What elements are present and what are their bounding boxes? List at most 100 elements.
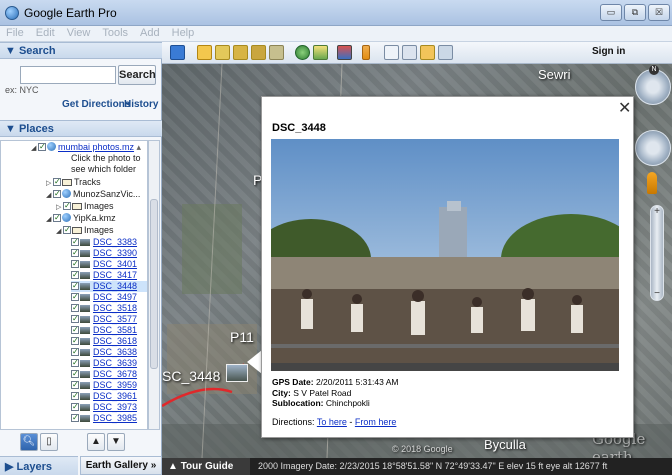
move-control[interactable]: [635, 130, 671, 166]
expand-arrow-icon[interactable]: ◢: [56, 226, 63, 237]
layers-section-header[interactable]: ▶ Layers: [0, 456, 78, 475]
expand-arrow-icon[interactable]: ◢: [31, 143, 38, 154]
checkbox[interactable]: [71, 247, 79, 258]
planets-icon[interactable]: [337, 45, 352, 60]
photo-list-item[interactable]: DSC_3448: [71, 280, 147, 292]
tree-item-label[interactable]: mumbai photos.mz: [58, 142, 134, 152]
photo-link[interactable]: DSC_3959: [93, 380, 137, 390]
photo-list-item[interactable]: DSC_3401: [71, 258, 147, 270]
photo-list-item[interactable]: DSC_3961: [71, 390, 147, 402]
photo-link[interactable]: DSC_3638: [93, 347, 137, 357]
checkbox[interactable]: [71, 357, 79, 368]
photo-list-item[interactable]: DSC_3518: [71, 302, 147, 314]
checkbox[interactable]: [71, 313, 79, 324]
checkbox[interactable]: [71, 379, 79, 390]
minimize-button[interactable]: ▭: [600, 4, 622, 21]
ruler-icon[interactable]: [362, 45, 370, 60]
menu-help[interactable]: Help: [166, 26, 201, 39]
photo-list-item[interactable]: DSC_3638: [71, 346, 147, 358]
street-view-pegman-icon[interactable]: [647, 172, 657, 194]
checkbox[interactable]: [53, 176, 61, 187]
places-section-header[interactable]: ▼ Places: [0, 120, 162, 137]
photo-link[interactable]: DSC_3401: [93, 259, 137, 269]
search-section-header[interactable]: ▼ Search: [0, 42, 162, 59]
menu-view[interactable]: View: [61, 26, 97, 39]
sidebar-toggle-icon[interactable]: [170, 45, 185, 60]
photo-link[interactable]: DSC_3383: [93, 237, 137, 247]
to-here-link[interactable]: To here: [317, 417, 347, 427]
photo-list-item[interactable]: DSC_3618: [71, 335, 147, 347]
photo-list-item[interactable]: DSC_3417: [71, 269, 147, 281]
tree-item-tracks[interactable]: ▷ Tracks: [46, 176, 101, 189]
record-tour-icon[interactable]: [269, 45, 284, 60]
move-up-button[interactable]: ▲: [87, 433, 105, 451]
historical-imagery-icon[interactable]: [295, 45, 310, 60]
zoom-in-icon[interactable]: +: [651, 206, 663, 218]
path-icon[interactable]: [233, 45, 248, 60]
places-scrollbar[interactable]: [148, 140, 160, 430]
earth-gallery-button[interactable]: Earth Gallery »: [80, 456, 162, 475]
checkbox[interactable]: [53, 212, 61, 223]
checkbox[interactable]: [63, 200, 71, 211]
tree-item-mumbai-photos[interactable]: ◢mumbai photos.mz ▴: [31, 141, 141, 154]
image-overlay-icon[interactable]: [251, 45, 266, 60]
sign-in-link[interactable]: Sign in: [592, 46, 625, 57]
tree-item-munozsanz[interactable]: ◢ MunozSanzVic...: [46, 188, 140, 201]
photo-list-item[interactable]: DSC_3973: [71, 401, 147, 413]
checkbox[interactable]: [71, 412, 79, 423]
scrollbar-thumb[interactable]: [150, 199, 158, 369]
photo-link[interactable]: DSC_3639: [93, 358, 137, 368]
photo-placemark-label[interactable]: SC_3448: [162, 368, 220, 384]
expand-arrow-icon[interactable]: ◢: [46, 214, 53, 225]
photo-placemark-icon[interactable]: [226, 364, 248, 382]
panel-toggle-button[interactable]: ▯: [40, 433, 58, 451]
photo-list-item[interactable]: DSC_3383: [71, 236, 147, 248]
checkbox[interactable]: [71, 258, 79, 269]
close-icon[interactable]: ✕: [618, 98, 631, 118]
tour-guide-button[interactable]: ▲ Tour Guide: [162, 458, 250, 475]
search-input[interactable]: [20, 66, 116, 84]
photo-list-item[interactable]: DSC_3678: [71, 368, 147, 380]
menu-file[interactable]: File: [0, 26, 30, 39]
from-here-link[interactable]: From here: [355, 417, 397, 427]
north-indicator-icon[interactable]: N: [649, 65, 659, 75]
checkbox[interactable]: [71, 280, 79, 291]
move-down-button[interactable]: ▼: [107, 433, 125, 451]
close-window-button[interactable]: ☒: [648, 4, 670, 21]
street-photo[interactable]: [271, 139, 619, 371]
photo-list-item[interactable]: DSC_3577: [71, 313, 147, 325]
photo-list-item[interactable]: DSC_3639: [71, 357, 147, 369]
polygon-icon[interactable]: [215, 45, 230, 60]
checkbox[interactable]: [71, 368, 79, 379]
photo-link[interactable]: DSC_3390: [93, 248, 137, 258]
checkbox[interactable]: [71, 324, 79, 335]
photo-link[interactable]: DSC_3417: [93, 270, 137, 280]
maximize-button[interactable]: ⧉: [624, 4, 646, 21]
photo-link[interactable]: DSC_3577: [93, 314, 137, 324]
photo-link[interactable]: DSC_3678: [93, 369, 137, 379]
photo-list-item[interactable]: DSC_3390: [71, 247, 147, 259]
tree-item-images[interactable]: ▷Images: [56, 200, 114, 212]
menu-tools[interactable]: Tools: [96, 26, 134, 39]
photo-link[interactable]: DSC_3448: [93, 281, 137, 291]
checkbox[interactable]: [71, 236, 79, 247]
checkbox[interactable]: [38, 141, 46, 152]
save-image-icon[interactable]: [438, 45, 453, 60]
photo-list-item[interactable]: DSC_3581: [71, 324, 147, 336]
map-label-byculla[interactable]: Byculla: [484, 437, 526, 452]
checkbox[interactable]: [71, 269, 79, 280]
print-icon[interactable]: [402, 45, 417, 60]
map-label-sewri[interactable]: Sewri: [538, 67, 571, 82]
checkbox[interactable]: [71, 291, 79, 302]
checkbox[interactable]: [71, 302, 79, 313]
photo-link[interactable]: DSC_3497: [93, 292, 137, 302]
photo-link[interactable]: DSC_3618: [93, 336, 137, 346]
expand-arrow-icon[interactable]: ◢: [46, 190, 53, 201]
photo-link[interactable]: DSC_3581: [93, 325, 137, 335]
tree-item-images[interactable]: ◢ Images: [56, 224, 114, 237]
email-icon[interactable]: [384, 45, 399, 60]
photo-link[interactable]: DSC_3518: [93, 303, 137, 313]
collapsed-arrow-icon[interactable]: ▷: [46, 178, 53, 189]
search-button[interactable]: Search: [118, 65, 156, 85]
checkbox[interactable]: [71, 401, 79, 412]
